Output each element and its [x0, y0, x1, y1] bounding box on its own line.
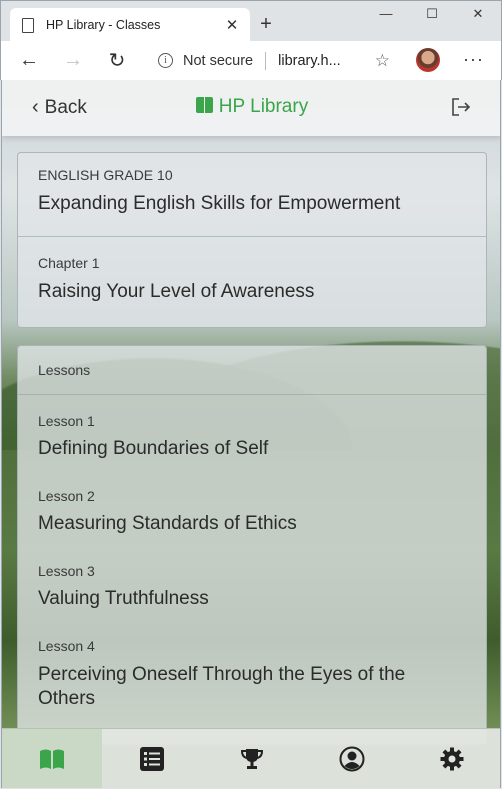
chapter-title: Raising Your Level of Awareness	[38, 281, 315, 302]
list-icon	[140, 746, 164, 771]
lessons-card: Lessons Lesson 1 Defining Boundaries of …	[17, 345, 487, 745]
info-icon[interactable]: i	[158, 53, 173, 68]
lessons-header: Lessons	[18, 346, 486, 395]
list-item[interactable]: Lesson 1 Defining Boundaries of Self	[38, 413, 466, 488]
bottom-nav	[2, 728, 500, 788]
forward-arrow-icon[interactable]: →	[51, 49, 95, 72]
trophy-icon	[240, 748, 264, 769]
url-text[interactable]: library.h...	[278, 53, 375, 69]
browser-tabbar: HP Library - Classes ✕ + — ☐ ✕	[0, 0, 502, 42]
app-header: ‹ Back HP Library	[2, 80, 500, 136]
course-card: ENGLISH GRADE 10 Expanding English Skill…	[17, 152, 487, 328]
window-close-icon[interactable]: ✕	[455, 6, 501, 22]
logout-icon[interactable]	[450, 96, 472, 118]
list-item[interactable]: Lesson 4 Perceiving Oneself Through the …	[38, 638, 466, 711]
close-tab-icon[interactable]: ✕	[220, 16, 244, 34]
divider	[265, 51, 267, 70]
course-subject: ENGLISH GRADE 10	[38, 167, 173, 183]
profile-avatar[interactable]	[416, 48, 440, 72]
brand-title[interactable]: HP Library	[2, 96, 500, 118]
lesson-title: Perceiving Oneself Through the Eyes of t…	[38, 664, 406, 709]
lesson-label: Lesson 1	[38, 413, 95, 429]
app-viewport: ‹ Back HP Library ENGLISH GRADE 10 Expan…	[1, 80, 501, 788]
nav-list[interactable]	[102, 729, 202, 788]
course-title: Expanding English Skills for Empowerment	[38, 193, 401, 214]
security-status: Not secure	[183, 52, 254, 69]
library-icon	[40, 749, 64, 769]
list-item[interactable]: Lesson 3 Valuing Truthfulness	[38, 563, 466, 638]
nav-settings[interactable]	[402, 729, 500, 788]
profile-icon	[339, 746, 365, 771]
more-menu-icon[interactable]: ···	[463, 49, 484, 70]
back-arrow-icon[interactable]: ←	[7, 49, 51, 72]
address-bar[interactable]: i Not secure library.h... ☆	[146, 45, 396, 76]
nav-library[interactable]	[2, 729, 102, 788]
lesson-label: Lesson 2	[38, 488, 95, 504]
lesson-title: Defining Boundaries of Self	[38, 438, 269, 459]
lesson-title: Valuing Truthfulness	[38, 588, 209, 609]
lesson-label: Lesson 4	[38, 638, 95, 654]
lesson-title: Measuring Standards of Ethics	[38, 513, 297, 534]
minimize-icon[interactable]: —	[363, 6, 409, 21]
browser-toolbar: ← → ↻ i Not secure library.h... ☆ ···	[0, 41, 502, 80]
settings-icon	[440, 747, 464, 770]
favorite-star-icon[interactable]: ☆	[375, 51, 390, 71]
reload-icon[interactable]: ↻	[95, 48, 139, 73]
tab-title: HP Library - Classes	[46, 18, 161, 32]
browser-tab[interactable]: HP Library - Classes ✕	[10, 8, 250, 42]
maximize-icon[interactable]: ☐	[409, 6, 455, 22]
book-icon	[195, 97, 213, 113]
nav-achievements[interactable]	[202, 729, 302, 788]
lessons-heading: Lessons	[38, 362, 91, 378]
new-tab-button[interactable]: +	[256, 13, 276, 36]
course-info[interactable]: ENGLISH GRADE 10 Expanding English Skill…	[18, 153, 486, 237]
chapter-label: Chapter 1	[38, 255, 100, 271]
page-icon	[22, 17, 34, 33]
list-item[interactable]: Lesson 2 Measuring Standards of Ethics	[38, 488, 466, 563]
brand-label: HP Library	[218, 96, 309, 117]
chapter-info[interactable]: Chapter 1 Raising Your Level of Awarenes…	[18, 237, 486, 327]
nav-profile[interactable]	[302, 729, 402, 788]
lesson-label: Lesson 3	[38, 563, 95, 579]
